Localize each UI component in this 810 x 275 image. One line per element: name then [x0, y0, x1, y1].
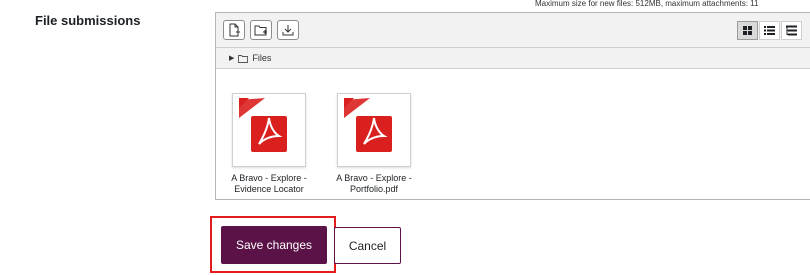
folder-icon	[238, 54, 249, 63]
file-manager-toolbar	[216, 13, 810, 48]
file-name: A Bravo - Explore - Evidence Locator	[231, 173, 307, 194]
grid-view-button[interactable]	[737, 21, 758, 40]
pdf-file-thumbnail[interactable]	[232, 93, 306, 167]
pdf-file-thumbnail[interactable]	[337, 93, 411, 167]
add-file-icon	[229, 23, 240, 37]
add-file-button[interactable]	[223, 20, 245, 40]
file-submissions-label: File submissions	[35, 13, 141, 28]
tree-view-button[interactable]	[781, 21, 802, 40]
list-view-icon	[764, 26, 775, 35]
save-changes-button[interactable]: Save changes	[221, 226, 327, 264]
pdf-file-icon	[344, 98, 404, 162]
list-view-button[interactable]	[759, 21, 780, 40]
cancel-button[interactable]: Cancel	[334, 227, 401, 264]
pdf-file-icon	[239, 98, 299, 162]
file-name: A Bravo - Explore - Portfolio.pdf	[336, 173, 412, 194]
breadcrumb: ▶ Files	[216, 48, 810, 69]
breadcrumb-files[interactable]: Files	[252, 53, 271, 63]
grid-view-icon	[743, 26, 752, 35]
file-tile[interactable]: A Bravo - Explore - Evidence Locator	[224, 93, 314, 195]
upload-limits-note: Maximum size for new files: 512MB, maxim…	[535, 0, 759, 8]
file-tile[interactable]: A Bravo - Explore - Portfolio.pdf	[329, 93, 419, 195]
download-all-button[interactable]	[277, 20, 299, 40]
file-manager: ▶ Files A Bravo - Explore - Evidence Loc…	[215, 12, 810, 200]
create-folder-button[interactable]	[250, 20, 272, 40]
download-icon	[282, 25, 294, 36]
tree-view-icon	[786, 25, 797, 36]
expand-caret-icon[interactable]: ▶	[229, 54, 234, 62]
create-folder-icon	[254, 25, 267, 36]
